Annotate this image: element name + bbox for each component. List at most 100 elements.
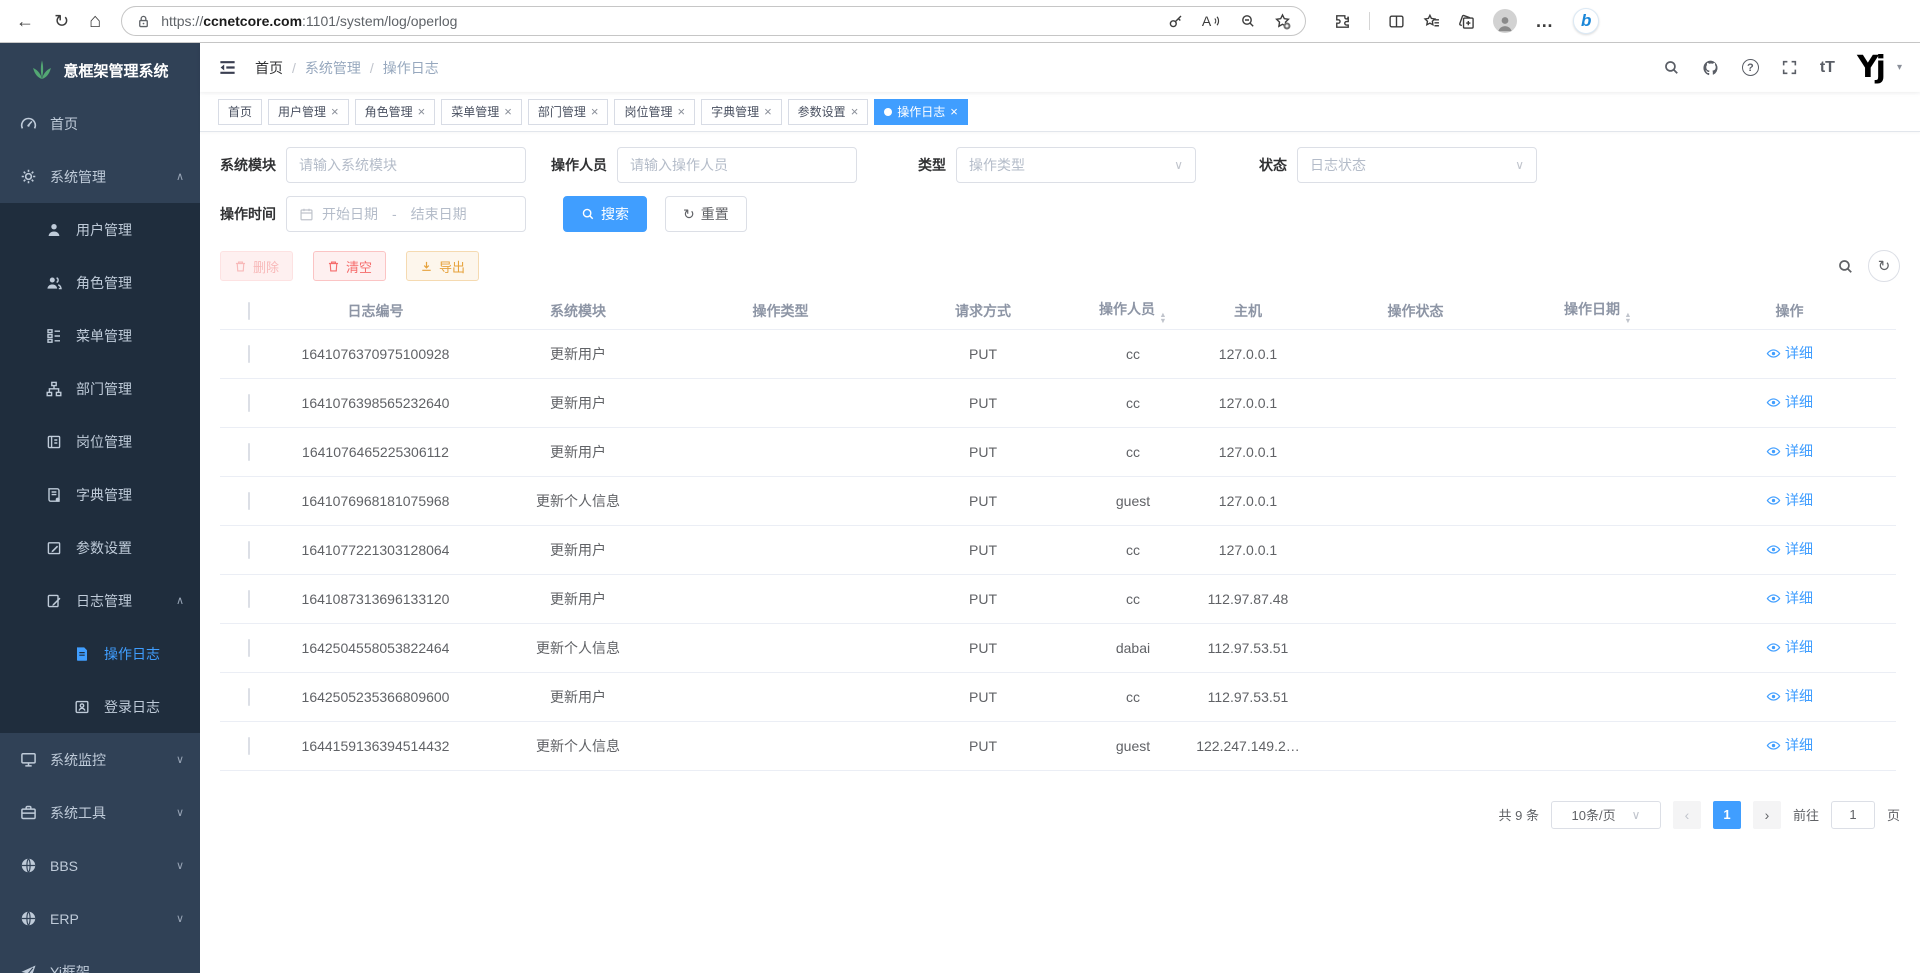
back-button[interactable]: ← bbox=[16, 12, 34, 30]
font-size-icon[interactable]: tT bbox=[1820, 59, 1835, 77]
sidebar-item-post-mgmt[interactable]: 岗位管理 bbox=[0, 415, 200, 468]
sidebar-item-erp[interactable]: ERP ∨ bbox=[0, 892, 200, 945]
row-checkbox[interactable] bbox=[248, 345, 250, 363]
detail-link[interactable]: 详细 bbox=[1766, 343, 1813, 363]
row-checkbox[interactable] bbox=[248, 443, 250, 461]
home-button[interactable]: ⌂ bbox=[89, 11, 101, 31]
tag-post-mgmt[interactable]: 岗位管理× bbox=[614, 99, 695, 125]
reload-button[interactable]: ↻ bbox=[54, 12, 69, 30]
operator-input[interactable] bbox=[630, 157, 844, 173]
fullscreen-icon[interactable] bbox=[1781, 59, 1798, 76]
tag-dict-mgmt[interactable]: 字典管理× bbox=[701, 99, 782, 125]
breadcrumb-home[interactable]: 首页 bbox=[255, 58, 283, 78]
detail-link[interactable]: 详细 bbox=[1766, 735, 1813, 755]
close-icon[interactable]: × bbox=[677, 105, 685, 118]
sidebar-item-log-mgmt[interactable]: 日志管理 ∧ bbox=[0, 574, 200, 627]
detail-link[interactable]: 详细 bbox=[1766, 539, 1813, 559]
col-operator[interactable]: 操作人员▲▼ bbox=[1088, 294, 1178, 329]
search-icon[interactable] bbox=[1663, 59, 1680, 76]
search-button[interactable]: 搜索 bbox=[563, 196, 647, 232]
reset-button[interactable]: ↻重置 bbox=[665, 196, 747, 232]
zoom-out-icon[interactable] bbox=[1240, 13, 1256, 29]
sidebar-item-system-mgmt[interactable]: 系统管理 ∧ bbox=[0, 150, 200, 203]
row-checkbox[interactable] bbox=[248, 590, 250, 608]
col-date[interactable]: 操作日期▲▼ bbox=[1513, 294, 1683, 329]
refresh-table-button[interactable]: ↻ bbox=[1868, 250, 1900, 282]
row-checkbox[interactable] bbox=[248, 492, 250, 510]
user-logo-avatar[interactable]: Yj bbox=[1857, 53, 1883, 83]
app-logo[interactable]: 意框架管理系统 bbox=[0, 43, 200, 97]
sidebar-item-yi-framework[interactable]: Yi框架 bbox=[0, 945, 200, 973]
bing-chat-icon[interactable]: b bbox=[1573, 8, 1599, 34]
sort-icons[interactable]: ▲▼ bbox=[1159, 312, 1167, 323]
row-checkbox[interactable] bbox=[248, 737, 250, 755]
close-icon[interactable]: × bbox=[418, 105, 426, 118]
split-screen-icon[interactable] bbox=[1388, 13, 1405, 30]
detail-link[interactable]: 详细 bbox=[1766, 637, 1813, 657]
page-1-button[interactable]: 1 bbox=[1713, 801, 1741, 829]
detail-link[interactable]: 详细 bbox=[1766, 392, 1813, 412]
tag-oper-log[interactable]: 操作日志× bbox=[874, 99, 968, 125]
prev-page-button[interactable]: ‹ bbox=[1673, 801, 1701, 829]
sidebar-item-dept-mgmt[interactable]: 部门管理 bbox=[0, 362, 200, 415]
sort-icons[interactable]: ▲▼ bbox=[1624, 312, 1632, 323]
row-checkbox[interactable] bbox=[248, 639, 250, 657]
detail-link[interactable]: 详细 bbox=[1766, 588, 1813, 608]
sidebar-item-param-settings[interactable]: 参数设置 bbox=[0, 521, 200, 574]
sidebar-item-system-monitor[interactable]: 系统监控 ∨ bbox=[0, 733, 200, 786]
close-icon[interactable]: × bbox=[764, 105, 772, 118]
row-checkbox[interactable] bbox=[248, 541, 250, 559]
goto-page-input[interactable] bbox=[1831, 801, 1875, 829]
toggle-search-icon[interactable] bbox=[1837, 258, 1854, 275]
sidebar-item-menu-mgmt[interactable]: 菜单管理 bbox=[0, 309, 200, 362]
row-checkbox[interactable] bbox=[248, 688, 250, 706]
detail-link[interactable]: 详细 bbox=[1766, 441, 1813, 461]
tag-role-mgmt[interactable]: 角色管理× bbox=[355, 99, 436, 125]
collections-icon[interactable] bbox=[1458, 13, 1475, 30]
caret-down-icon[interactable]: ▾ bbox=[1897, 62, 1902, 73]
top-navbar: 首页 / 系统管理 / 操作日志 ? tT Yj ▾ bbox=[200, 43, 1920, 92]
date-range-picker[interactable]: 开始日期 - 结束日期 bbox=[286, 196, 526, 232]
close-icon[interactable]: × bbox=[331, 105, 339, 118]
sidebar-fold-icon[interactable] bbox=[218, 58, 237, 77]
clear-button[interactable]: 清空 bbox=[313, 251, 386, 281]
github-icon[interactable] bbox=[1702, 59, 1720, 77]
favorites-icon[interactable] bbox=[1423, 13, 1440, 30]
detail-link[interactable]: 详细 bbox=[1766, 686, 1813, 706]
page-size-select[interactable]: 10条/页 ∨ bbox=[1551, 801, 1661, 829]
read-aloud-icon[interactable]: A bbox=[1202, 14, 1222, 28]
detail-link[interactable]: 详细 bbox=[1766, 490, 1813, 510]
tag-home[interactable]: 首页 bbox=[218, 99, 262, 125]
sidebar-item-oper-log[interactable]: 操作日志 bbox=[0, 627, 200, 680]
extensions-icon[interactable] bbox=[1334, 13, 1351, 30]
next-page-button[interactable]: › bbox=[1753, 801, 1781, 829]
close-icon[interactable]: × bbox=[851, 105, 859, 118]
address-bar[interactable]: https://ccnetcore.com:1101/system/log/op… bbox=[121, 6, 1306, 36]
tag-menu-mgmt[interactable]: 菜单管理× bbox=[441, 99, 522, 125]
password-key-icon[interactable] bbox=[1168, 13, 1184, 29]
close-icon[interactable]: × bbox=[950, 105, 958, 118]
select-all-checkbox[interactable] bbox=[248, 302, 250, 320]
close-icon[interactable]: × bbox=[591, 105, 599, 118]
sidebar-item-user-mgmt[interactable]: 用户管理 bbox=[0, 203, 200, 256]
row-checkbox[interactable] bbox=[248, 394, 250, 412]
add-favorite-icon[interactable] bbox=[1274, 13, 1291, 30]
status-select[interactable]: 日志状态∨ bbox=[1297, 147, 1537, 183]
close-icon[interactable]: × bbox=[504, 105, 512, 118]
sidebar-item-system-tools[interactable]: 系统工具 ∨ bbox=[0, 786, 200, 839]
browser-menu-icon[interactable]: … bbox=[1535, 12, 1555, 30]
export-button[interactable]: 导出 bbox=[406, 251, 479, 281]
tag-dept-mgmt[interactable]: 部门管理× bbox=[528, 99, 609, 125]
module-input[interactable] bbox=[299, 157, 513, 173]
help-icon[interactable]: ? bbox=[1742, 59, 1759, 76]
tag-param-settings[interactable]: 参数设置× bbox=[788, 99, 869, 125]
sidebar-item-login-log[interactable]: 登录日志 bbox=[0, 680, 200, 733]
browser-profile-avatar[interactable] bbox=[1493, 9, 1517, 33]
delete-button[interactable]: 删除 bbox=[220, 251, 293, 281]
sidebar-item-role-mgmt[interactable]: 角色管理 bbox=[0, 256, 200, 309]
sidebar-item-bbs[interactable]: BBS ∨ bbox=[0, 839, 200, 892]
tag-user-mgmt[interactable]: 用户管理× bbox=[268, 99, 349, 125]
sidebar-item-home[interactable]: 首页 bbox=[0, 97, 200, 150]
sidebar-item-dict-mgmt[interactable]: 字典管理 bbox=[0, 468, 200, 521]
type-select[interactable]: 操作类型∨ bbox=[956, 147, 1196, 183]
